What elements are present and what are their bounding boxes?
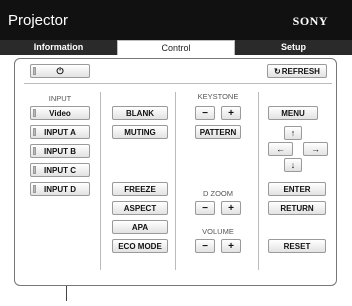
power-icon: ⏻ [56, 65, 64, 76]
reset-button[interactable]: RESET [268, 239, 326, 253]
volume-plus-button[interactable]: + [221, 239, 241, 253]
right-arrow-button[interactable]: → [303, 142, 328, 156]
brand-logo: SONY [292, 14, 328, 28]
column-divider-1 [100, 92, 101, 270]
tab-control[interactable]: Control [117, 40, 235, 55]
input-indicator [33, 185, 36, 193]
panel-pointer-line [66, 286, 67, 301]
dzoom-heading: D ZOOM [203, 189, 233, 198]
muting-button[interactable]: MUTING [112, 125, 168, 139]
refresh-icon: ↻ [274, 66, 281, 76]
keystone-plus-button[interactable]: + [221, 106, 241, 120]
down-arrow-button[interactable]: ↓ [284, 158, 302, 172]
input-a-button[interactable]: INPUT A [30, 125, 90, 139]
keystone-minus-button[interactable]: − [195, 106, 215, 120]
aspect-button[interactable]: ASPECT [112, 201, 168, 215]
tab-information[interactable]: Information [0, 40, 117, 55]
freeze-button[interactable]: FREEZE [112, 182, 168, 196]
blank-button[interactable]: BLANK [112, 106, 168, 120]
input-d-button[interactable]: INPUT D [30, 182, 90, 196]
dzoom-minus-button[interactable]: − [195, 201, 215, 215]
input-label: INPUT B [44, 146, 76, 156]
menu-button[interactable]: MENU [268, 106, 318, 120]
arrow-left-icon: ← [276, 144, 285, 154]
input-label: Video [49, 108, 71, 118]
column-divider-3 [258, 92, 259, 270]
input-label: INPUT A [44, 127, 76, 137]
keystone-heading: KEYSTONE [197, 92, 239, 101]
input-label: INPUT D [44, 184, 76, 194]
input-indicator [33, 109, 36, 117]
volume-minus-button[interactable]: − [195, 239, 215, 253]
input-video-button[interactable]: Video [30, 106, 90, 120]
input-indicator [33, 166, 36, 174]
arrow-down-icon: ↓ [290, 160, 296, 170]
pattern-button[interactable]: PATTERN [195, 125, 241, 139]
input-heading: INPUT [48, 94, 72, 103]
input-label: INPUT C [44, 165, 76, 175]
refresh-label: REFRESH [281, 66, 320, 76]
dzoom-plus-button[interactable]: + [221, 201, 241, 215]
arrow-right-icon: → [311, 144, 320, 154]
power-indicator [33, 67, 36, 75]
up-arrow-button[interactable]: ↑ [284, 126, 302, 140]
arrow-up-icon: ↑ [290, 128, 296, 138]
column-divider-2 [175, 92, 176, 270]
return-button[interactable]: RETURN [268, 201, 326, 215]
panel-divider [24, 83, 332, 84]
volume-heading: VOLUME [202, 227, 234, 236]
tab-setup[interactable]: Setup [235, 40, 352, 55]
apa-button[interactable]: APA [112, 220, 168, 234]
left-arrow-button[interactable]: ← [268, 142, 293, 156]
input-indicator [33, 147, 36, 155]
refresh-button[interactable]: ↻ REFRESH [267, 64, 327, 78]
input-c-button[interactable]: INPUT C [30, 163, 90, 177]
power-button[interactable]: ⏻ [30, 64, 90, 78]
input-b-button[interactable]: INPUT B [30, 144, 90, 158]
input-indicator [33, 128, 36, 136]
app-title: Projector [8, 12, 69, 29]
eco-mode-button[interactable]: ECO MODE [112, 239, 168, 253]
enter-button[interactable]: ENTER [268, 182, 326, 196]
